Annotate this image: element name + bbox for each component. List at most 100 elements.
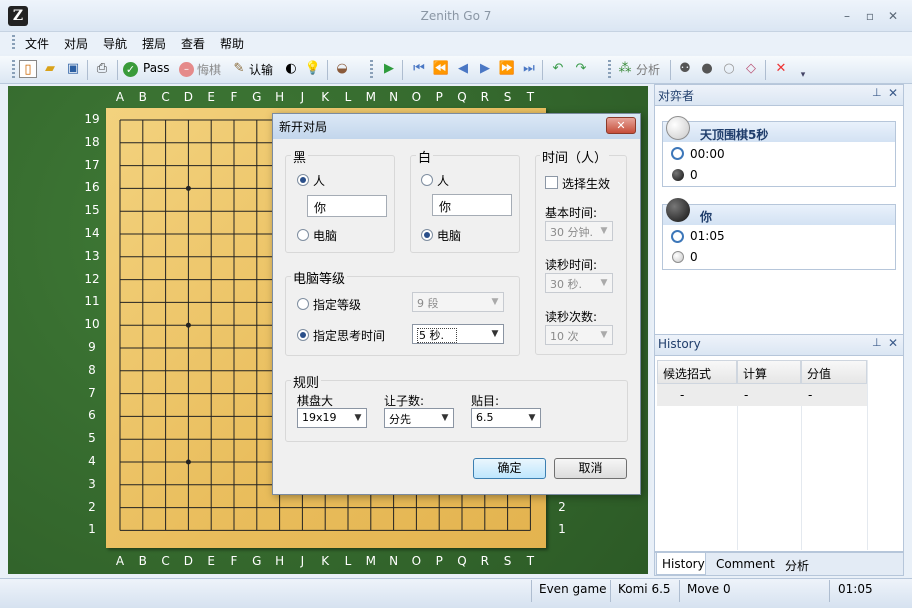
tab-history[interactable]: History	[662, 557, 705, 571]
analyze-button[interactable]: 分析	[636, 61, 660, 78]
pane-close-icon[interactable]: ✕	[888, 336, 898, 350]
branch-forward-icon[interactable]: ↷	[572, 60, 590, 78]
fixed-level-label: 指定等级	[313, 298, 362, 312]
back-icon[interactable]: ◀	[454, 60, 472, 78]
cancel-button[interactable]: 取消	[554, 458, 627, 479]
ok-button[interactable]: 确定	[473, 458, 546, 479]
menu-help[interactable]: 帮助	[220, 35, 244, 52]
handicap-value: 分先	[389, 413, 411, 426]
menu-view[interactable]: 查看	[181, 35, 205, 52]
row-label: 1	[558, 522, 566, 537]
black-player-time: 01:05	[690, 229, 725, 243]
undo-icon[interactable]: –	[179, 62, 194, 77]
column-label: D	[183, 90, 194, 104]
menu-game[interactable]: 对局	[64, 35, 88, 52]
white-name-input[interactable]: 你	[432, 194, 512, 216]
pin-icon[interactable]: ⊥	[872, 86, 882, 99]
white-stone-tool-icon[interactable]: ○	[720, 60, 738, 78]
close-icon[interactable]: ✕	[884, 8, 902, 24]
board-size-label: 棋盘大	[297, 394, 334, 408]
chevron-down-icon: ▼	[600, 330, 608, 340]
column-label: T	[526, 554, 535, 568]
score-icon[interactable]: ◐	[282, 60, 300, 78]
column-label: Q	[457, 90, 467, 104]
window-title: Zenith Go 7	[420, 9, 492, 23]
fast-forward-icon[interactable]: ⏩	[498, 60, 516, 78]
column-label: F	[230, 90, 238, 104]
tab-analysis[interactable]: 分析	[785, 557, 809, 574]
column-label: S	[503, 554, 512, 568]
branch-back-icon[interactable]: ↶	[549, 60, 567, 78]
status-komi: Komi 6.5	[618, 582, 671, 596]
resign-icon[interactable]: ✎	[230, 60, 248, 78]
black-stone-tool-icon[interactable]: ●	[698, 60, 716, 78]
hint-icon[interactable]: 💡	[304, 60, 322, 78]
tab-comment[interactable]: Comment	[716, 557, 775, 571]
pane-close-icon[interactable]: ✕	[888, 86, 898, 100]
new-game-icon[interactable]: ▯	[19, 60, 37, 78]
row-label: 1	[88, 522, 96, 537]
analysis-icon[interactable]: ⁂	[616, 60, 634, 78]
column-label: H	[275, 554, 285, 568]
chevron-down-icon: ▼	[354, 413, 362, 423]
column-label: M	[365, 90, 376, 104]
stones-icon[interactable]: ⚉	[676, 60, 694, 78]
save-icon[interactable]: ▣	[64, 60, 82, 78]
column-label: D	[183, 554, 194, 568]
menu-setup[interactable]: 摆局	[142, 35, 166, 52]
black-player-header	[663, 205, 895, 225]
open-folder-icon[interactable]: ▰	[41, 60, 59, 78]
row-label: 6	[88, 408, 96, 423]
status-move: Move 0	[687, 582, 731, 596]
pin-icon[interactable]: ⊥	[872, 336, 882, 349]
column-label: G	[252, 554, 262, 568]
menu-grip	[12, 35, 15, 51]
first-move-icon[interactable]: ⏮	[410, 60, 428, 78]
menu-file[interactable]: 文件	[25, 35, 49, 52]
white-player-header	[663, 122, 895, 142]
black-human-radio[interactable]	[297, 174, 309, 186]
maximize-icon[interactable]: ▫	[861, 8, 879, 24]
column-label: B	[138, 90, 147, 104]
black-stone-icon	[666, 198, 690, 222]
computer-level-group	[285, 276, 520, 356]
delete-icon[interactable]: ✕	[772, 60, 790, 78]
black-name-input[interactable]: 你	[307, 195, 387, 217]
play-icon[interactable]: ▶	[380, 60, 398, 78]
eraser-icon[interactable]: ◇	[742, 60, 760, 78]
captured-stone-icon	[672, 169, 684, 181]
white-computer-radio[interactable]	[421, 229, 433, 241]
menu-navigate[interactable]: 导航	[103, 35, 127, 52]
undo-button[interactable]: 悔棋	[197, 61, 221, 78]
white-player-name: 天顶围棋5秒	[700, 128, 769, 142]
status-separator	[531, 580, 532, 602]
print-icon[interactable]: ⎙	[93, 60, 111, 78]
komi-value: 6.5	[476, 411, 494, 424]
black-player-captures: 0	[690, 250, 698, 264]
time-enable-checkbox[interactable]	[545, 176, 558, 189]
think-time-value: 5 秒.	[417, 328, 457, 343]
column-label: R	[480, 90, 489, 104]
dialog-close-button[interactable]: ✕	[606, 117, 636, 134]
pass-button[interactable]: Pass	[143, 61, 170, 75]
pass-icon[interactable]: ✓	[123, 62, 138, 77]
row-label: 3	[88, 476, 96, 491]
last-move-icon[interactable]: ⏭	[520, 60, 538, 78]
fixed-level-radio[interactable]	[297, 298, 309, 310]
black-computer-radio[interactable]	[297, 229, 309, 241]
think-time-radio[interactable]	[297, 329, 309, 341]
clock-icon	[671, 230, 684, 243]
white-human-label: 人	[437, 174, 450, 188]
row-label: 8	[88, 362, 96, 377]
fast-back-icon[interactable]: ⏪	[432, 60, 450, 78]
toolbar-separator	[670, 60, 671, 80]
resign-button[interactable]: 认输	[249, 61, 273, 78]
toolbar-overflow-icon[interactable]: ▾	[794, 66, 812, 84]
table-row[interactable]	[657, 384, 867, 406]
column-label: M	[365, 554, 376, 568]
white-human-radio[interactable]	[421, 174, 433, 186]
minimize-icon[interactable]: –	[838, 8, 856, 24]
bowl-icon[interactable]: ◒	[333, 60, 351, 78]
byoyomi-periods-label: 读秒次数:	[545, 310, 598, 324]
forward-icon[interactable]: ▶	[476, 60, 494, 78]
